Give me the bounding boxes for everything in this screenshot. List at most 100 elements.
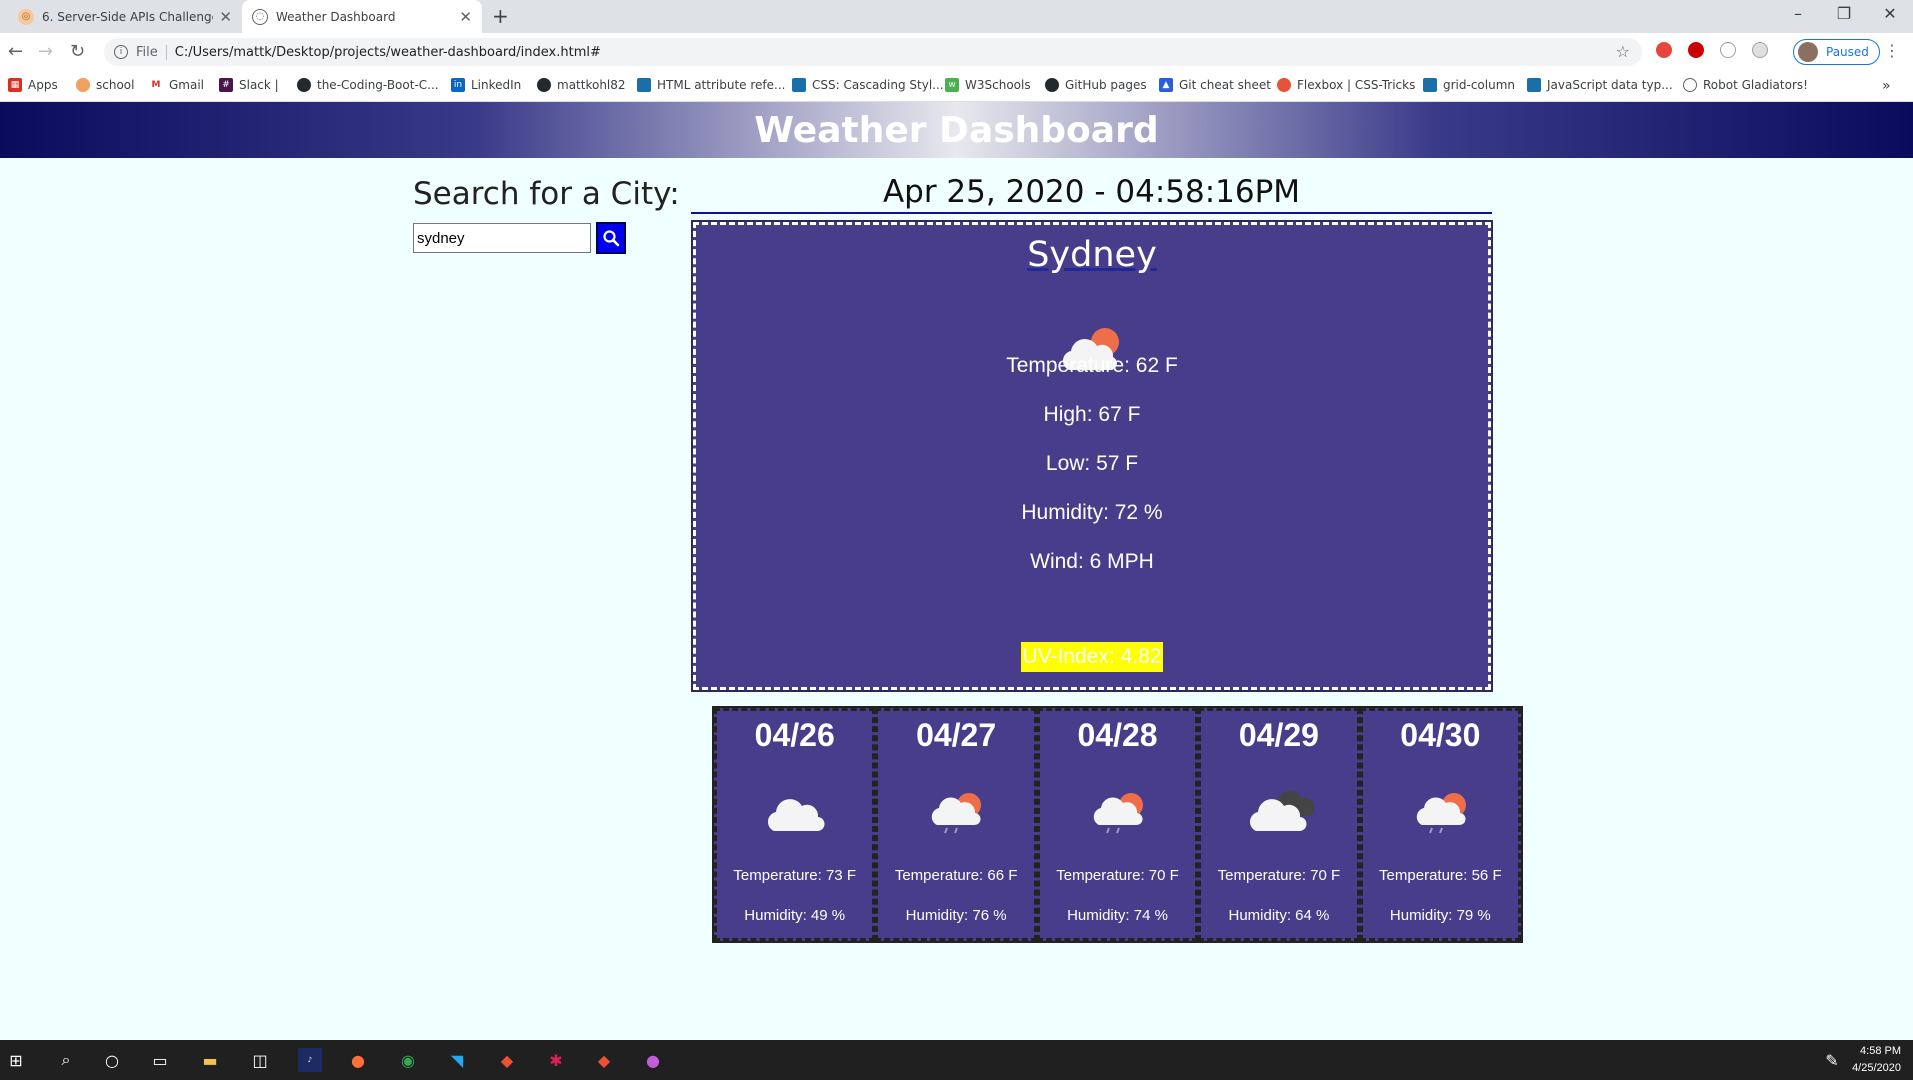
css-tricks-icon bbox=[1277, 78, 1291, 92]
bookmark-flexbox[interactable]: Flexbox | CSS-Tricks bbox=[1277, 78, 1415, 92]
git-icon: ▲ bbox=[1159, 78, 1173, 92]
bookmark-coding-boot-camp[interactable]: the-Coding-Boot-C... bbox=[297, 78, 439, 92]
forecast-temperature: Temperature: 66 F bbox=[894, 867, 1018, 884]
forecast-temperature: Temperature: 70 F bbox=[1217, 867, 1341, 884]
search-icon bbox=[603, 230, 620, 247]
bookmark-w3schools[interactable]: w W3Schools bbox=[945, 78, 1031, 92]
avatar bbox=[1798, 42, 1818, 62]
window-close-icon[interactable]: ✕ bbox=[1867, 4, 1913, 23]
forecast-humidity: Humidity: 76 % bbox=[905, 907, 1007, 924]
current-temperature: Temperature: 62 F bbox=[1006, 354, 1178, 377]
mdn-icon bbox=[792, 78, 806, 92]
tab-title: 6. Server-Side APIs Challenge: We bbox=[42, 9, 213, 24]
profile-label: Paused bbox=[1826, 45, 1869, 59]
reload-icon[interactable]: ↻ bbox=[70, 41, 85, 62]
forecast-humidity: Humidity: 79 % bbox=[1389, 907, 1491, 924]
forecast-temperature: Temperature: 70 F bbox=[1056, 867, 1179, 884]
search-icon[interactable]: ⌕ bbox=[54, 1048, 78, 1072]
github-icon bbox=[297, 78, 311, 92]
amazon-music-icon[interactable]: ♪ bbox=[298, 1048, 322, 1072]
info-icon[interactable]: i bbox=[114, 45, 128, 59]
star-icon[interactable]: ☆ bbox=[1616, 42, 1630, 61]
apps-grid-icon: ▦ bbox=[8, 78, 22, 92]
forecast-card: 04/30 Temperature: 56 F Humidity: 79 % bbox=[1359, 708, 1522, 941]
restore-icon[interactable]: ❐ bbox=[1821, 4, 1867, 23]
slack-icon: # bbox=[219, 78, 233, 92]
clouds-icon bbox=[1250, 790, 1315, 832]
bookmark-slack[interactable]: # Slack | bbox=[219, 78, 279, 92]
close-icon[interactable]: ✕ bbox=[459, 8, 472, 26]
linkedin-icon: in bbox=[451, 78, 465, 92]
forecast-humidity: Humidity: 49 % bbox=[744, 907, 846, 924]
uv-index-badge: UV-Index: 4.82 bbox=[1021, 642, 1163, 672]
vscode-icon[interactable]: ◥ bbox=[445, 1048, 469, 1072]
forecast-humidity: Humidity: 64 % bbox=[1228, 907, 1330, 924]
bookmark-mattkohl82[interactable]: mattkohl82 bbox=[537, 78, 626, 92]
bookmark-grid-column[interactable]: grid-column bbox=[1423, 78, 1515, 92]
forecast-temperature: Temperature: 56 F bbox=[1379, 867, 1502, 884]
forecast-date: 04/30 bbox=[1400, 717, 1481, 753]
bookmarks-overflow-icon[interactable]: » bbox=[1882, 78, 1891, 94]
store-icon[interactable]: ◫ bbox=[248, 1048, 272, 1072]
extension-icon[interactable] bbox=[1752, 42, 1768, 58]
cloud-sun-rain-icon bbox=[1416, 793, 1466, 834]
tray-clock[interactable]: 4:58 PM 4/25/2020 bbox=[1852, 1043, 1901, 1077]
bookmark-git-cheat-sheet[interactable]: ▲ Git cheat sheet bbox=[1159, 78, 1271, 92]
search-label: Search for a City: bbox=[413, 176, 680, 212]
pen-icon[interactable]: ✎ bbox=[1820, 1048, 1844, 1072]
cloud-sun-rain-icon bbox=[1093, 793, 1143, 834]
bookmark-robot-gladiators[interactable]: Robot Gladiators! bbox=[1683, 78, 1808, 92]
profile-button[interactable]: Paused bbox=[1793, 39, 1880, 65]
forward-icon[interactable]: → bbox=[38, 41, 53, 62]
extension-icon[interactable] bbox=[1656, 42, 1672, 58]
bookmark-css[interactable]: CSS: Cascading Styl... bbox=[792, 78, 944, 92]
page-header: Weather Dashboard bbox=[0, 102, 1913, 158]
forecast-date: 04/29 bbox=[1238, 717, 1319, 753]
forecast-card: 04/29 Temperature: 70 F Humidity: 64 % bbox=[1198, 708, 1360, 941]
address-bar[interactable]: i File C:/Users/mattk/Desktop/projects/w… bbox=[104, 38, 1642, 66]
mdn-icon bbox=[1423, 78, 1437, 92]
tab-challenge[interactable]: ◎ 6. Server-Side APIs Challenge: We ✕ bbox=[8, 0, 242, 33]
close-icon[interactable]: ✕ bbox=[219, 8, 232, 26]
bookmark-linkedin[interactable]: in LinkedIn bbox=[451, 78, 521, 92]
mdn-icon bbox=[1527, 78, 1541, 92]
task-view-icon[interactable]: ▭ bbox=[148, 1048, 172, 1072]
current-datetime: Apr 25, 2020 - 04:58:16PM bbox=[691, 174, 1492, 214]
bookmark-gmail[interactable]: M Gmail bbox=[149, 78, 204, 92]
search-input[interactable] bbox=[413, 223, 591, 253]
minimize-icon[interactable]: – bbox=[1775, 4, 1821, 23]
chrome-icon[interactable]: ◉ bbox=[396, 1048, 420, 1072]
current-humidity: Humidity: 72 % bbox=[1021, 501, 1163, 524]
bookmark-school[interactable]: school bbox=[76, 78, 134, 92]
firefox-icon[interactable]: ● bbox=[346, 1048, 370, 1072]
git-icon[interactable]: ◆ bbox=[495, 1048, 519, 1072]
menu-icon[interactable]: ⋮ bbox=[1884, 41, 1900, 60]
cortana-icon[interactable]: ○ bbox=[100, 1048, 124, 1072]
tab-weather-dashboard[interactable]: ◌ Weather Dashboard ✕ bbox=[242, 0, 482, 33]
bookmarks-bar: ▦ Apps school M Gmail # Slack | the-Coding-… bbox=[0, 71, 1913, 102]
forecast-date: 04/26 bbox=[754, 717, 835, 753]
url-text: C:/Users/mattk/Desktop/projects/weather-… bbox=[174, 44, 601, 60]
file-explorer-icon[interactable]: ▬ bbox=[198, 1048, 222, 1072]
cloud-icon bbox=[767, 799, 825, 832]
search-button[interactable] bbox=[596, 222, 626, 254]
w3schools-icon: w bbox=[945, 78, 959, 92]
bookmark-github-pages[interactable]: GitHub pages bbox=[1045, 78, 1147, 92]
current-high: High: 67 F bbox=[1043, 403, 1141, 426]
bookmark-js-data-types[interactable]: JavaScript data typ... bbox=[1527, 78, 1673, 92]
windows-start-icon[interactable]: ⊞ bbox=[4, 1048, 28, 1072]
current-weather-card: Sydney Temperature: 62 F High: 67 F Low:… bbox=[691, 220, 1493, 692]
git-icon[interactable]: ◆ bbox=[592, 1048, 616, 1072]
back-icon[interactable]: ← bbox=[8, 41, 23, 62]
bookmark-apps[interactable]: ▦ Apps bbox=[8, 78, 58, 92]
opera-icon[interactable] bbox=[1688, 42, 1704, 58]
forecast-card: 04/26 Temperature: 73 F Humidity: 49 % bbox=[714, 708, 876, 941]
clock-time: 4:58 PM bbox=[1860, 1045, 1901, 1057]
slack-icon[interactable]: ✱ bbox=[544, 1048, 568, 1072]
page-title: Weather Dashboard bbox=[754, 109, 1159, 151]
extension-icon[interactable] bbox=[1720, 42, 1736, 58]
browser-toolbar: ← → ↻ i File C:/Users/mattk/Desktop/proj… bbox=[0, 33, 1913, 71]
bookmark-html-attribute[interactable]: HTML attribute refe... bbox=[637, 78, 785, 92]
new-tab-button[interactable]: + bbox=[492, 4, 509, 28]
app-icon[interactable]: ● bbox=[641, 1048, 665, 1072]
